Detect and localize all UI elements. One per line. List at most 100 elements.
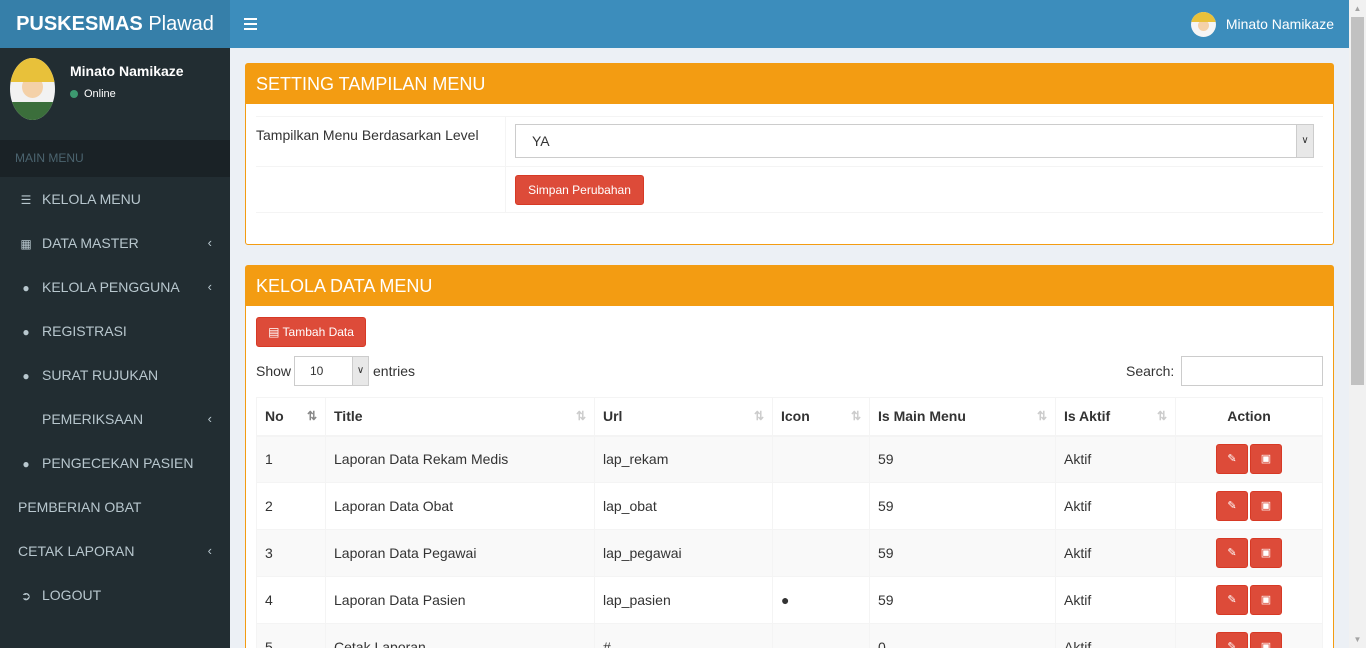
- cell-icon: ●: [772, 576, 870, 624]
- cell-icon: [772, 435, 870, 483]
- column-label: No: [265, 408, 284, 425]
- scroll-up-icon[interactable]: ▲: [1349, 0, 1366, 17]
- cell-aktif: Aktif: [1055, 623, 1176, 648]
- sidebar-item-label: DATA MASTER: [42, 235, 139, 251]
- user-status-label: Online: [84, 88, 116, 100]
- cell-aktif: Aktif: [1055, 529, 1176, 577]
- edit-icon[interactable]: ✎: [1216, 444, 1248, 475]
- chevron-left-icon: ‹: [207, 411, 212, 426]
- sidebar-item-pemeriksaan[interactable]: PEMERIKSAAN ‹: [0, 397, 230, 441]
- sidebar-item-label: PEMERIKSAAN: [42, 411, 144, 427]
- cell-icon: [772, 623, 870, 648]
- add-data-button[interactable]: ▤ Tambah Data: [256, 317, 366, 347]
- id-card-icon: ▦: [20, 237, 32, 251]
- sidebar-item-pemberian-obat[interactable]: PEMBERIAN OBAT: [0, 485, 230, 529]
- column-header-url[interactable]: Url ⇅: [594, 397, 773, 437]
- cell-url: #: [594, 623, 773, 648]
- list-icon: ☰: [20, 193, 32, 207]
- scroll-down-icon[interactable]: ▼: [1349, 631, 1366, 648]
- table-row: 3 Laporan Data Pegawai lap_pegawai 59 Ak…: [256, 529, 1323, 577]
- cell-icon: [772, 482, 870, 530]
- trash-icon[interactable]: ▣: [1250, 444, 1282, 475]
- column-header-title[interactable]: Title ⇅: [325, 397, 595, 437]
- sidebar-item-kelola-pengguna[interactable]: ● KELOLA PENGGUNA ‹: [0, 265, 230, 309]
- user-icon: ●: [781, 592, 790, 608]
- cell-url: lap_pasien: [594, 576, 773, 624]
- cell-aktif: Aktif: [1055, 482, 1176, 530]
- sidebar-item-data-master[interactable]: ▦ DATA MASTER ‹: [0, 221, 230, 265]
- trash-icon[interactable]: ▣: [1250, 538, 1282, 568]
- cell-no: 1: [256, 435, 326, 483]
- sidebar-item-cetak-laporan[interactable]: CETAK LAPORAN ‹: [0, 529, 230, 573]
- column-header-icon[interactable]: Icon ⇅: [772, 397, 870, 437]
- setting-table-border: [256, 116, 1323, 117]
- sidebar-user-name: Minato Namikaze: [70, 63, 184, 79]
- page-length-value: 10: [310, 364, 324, 378]
- trash-icon[interactable]: ▣: [1250, 491, 1282, 521]
- table-row: 2 Laporan Data Obat lap_obat 59 Aktif ✎ ▣: [256, 482, 1323, 530]
- column-header-is-aktif[interactable]: Is Aktif ⇅: [1055, 397, 1176, 437]
- box-title: SETTING TAMPILAN MENU: [246, 64, 1333, 104]
- cell-main-menu: 59: [869, 482, 1056, 530]
- search-label: Search:: [1126, 363, 1175, 379]
- app-logo[interactable]: PUSKESMAS Plawad: [0, 0, 230, 48]
- entries-label: entries: [373, 363, 416, 379]
- cell-icon: [772, 529, 870, 577]
- chevron-left-icon: ‹: [207, 543, 212, 558]
- online-status-icon: [70, 90, 78, 98]
- sort-icon: ⇅: [1156, 409, 1167, 423]
- calendar-icon: ▤: [268, 325, 280, 339]
- column-label: Is Aktif: [1064, 408, 1111, 425]
- sidebar-item-label: KELOLA PENGGUNA: [42, 279, 180, 295]
- cell-title: Laporan Data Obat: [325, 482, 595, 530]
- cell-url: lap_rekam: [594, 435, 773, 483]
- table-row: 4 Laporan Data Pasien lap_pasien ● 59 Ak…: [256, 576, 1323, 624]
- user-menu[interactable]: Minato Namikaze: [1190, 0, 1334, 48]
- table-row: 1 Laporan Data Rekam Medis lap_rekam 59 …: [256, 435, 1323, 483]
- sidebar-item-label: LOGOUT: [42, 587, 102, 603]
- sort-icon: ⇅: [850, 409, 861, 423]
- menu-header: MAIN MENU: [0, 140, 230, 177]
- edit-icon[interactable]: ✎: [1216, 632, 1248, 648]
- cell-no: 2: [256, 482, 326, 530]
- brand-rest: Plawad: [142, 13, 214, 35]
- save-button[interactable]: Simpan Perubahan: [515, 175, 644, 205]
- page-scrollbar[interactable]: ▲ ▼: [1349, 0, 1366, 648]
- sidebar-item-kelola-menu[interactable]: ☰ KELOLA MENU: [0, 177, 230, 221]
- sort-icon: ⇅: [753, 409, 764, 423]
- level-select[interactable]: YA ∨: [515, 124, 1314, 158]
- setting-bottom-border: [256, 212, 1323, 213]
- edit-icon[interactable]: ✎: [1216, 585, 1248, 615]
- column-header-no[interactable]: No ⇅: [256, 397, 326, 437]
- cell-aktif: Aktif: [1055, 576, 1176, 624]
- edit-icon[interactable]: ✎: [1216, 538, 1248, 568]
- setting-column-divider: [505, 116, 506, 212]
- trash-icon[interactable]: ▣: [1250, 585, 1282, 615]
- scroll-thumb[interactable]: [1351, 17, 1364, 385]
- box-title: KELOLA DATA MENU: [246, 266, 1333, 306]
- trash-icon[interactable]: ▣: [1250, 632, 1282, 648]
- page-length-select[interactable]: 10 ∨: [294, 356, 369, 386]
- chevron-left-icon: ‹: [207, 279, 212, 294]
- cell-no: 4: [256, 576, 326, 624]
- sidebar-item-surat-rujukan[interactable]: ● SURAT RUJUKAN: [0, 353, 230, 397]
- sidebar-item-pengecekan-pasien[interactable]: ● PENGECEKAN PASIEN: [0, 441, 230, 485]
- header-user-name: Minato Namikaze: [1225, 16, 1334, 32]
- column-header-action: Action: [1175, 397, 1323, 437]
- hamburger-menu-icon[interactable]: [244, 14, 258, 34]
- chevron-left-icon: ‹: [207, 235, 212, 250]
- cell-title: Laporan Data Rekam Medis: [325, 435, 595, 483]
- column-header-is-main-menu[interactable]: Is Main Menu ⇅: [869, 397, 1056, 437]
- cell-action: ✎ ▣: [1175, 576, 1323, 624]
- edit-icon[interactable]: ✎: [1216, 491, 1248, 521]
- search-input[interactable]: [1181, 356, 1323, 386]
- sidebar-item-label: PENGECEKAN PASIEN: [42, 455, 194, 471]
- cell-action: ✎ ▣: [1175, 529, 1323, 577]
- cell-title: Cetak Laporan: [325, 623, 595, 648]
- sidebar-item-logout[interactable]: ➲ LOGOUT: [0, 573, 230, 617]
- sign-out-icon: ➲: [20, 589, 32, 603]
- sidebar-item-registrasi[interactable]: ● REGISTRASI: [0, 309, 230, 353]
- column-label: Is Main Menu: [878, 408, 966, 425]
- chevron-down-icon: ∨: [1296, 125, 1313, 157]
- user-icon: ●: [22, 369, 30, 383]
